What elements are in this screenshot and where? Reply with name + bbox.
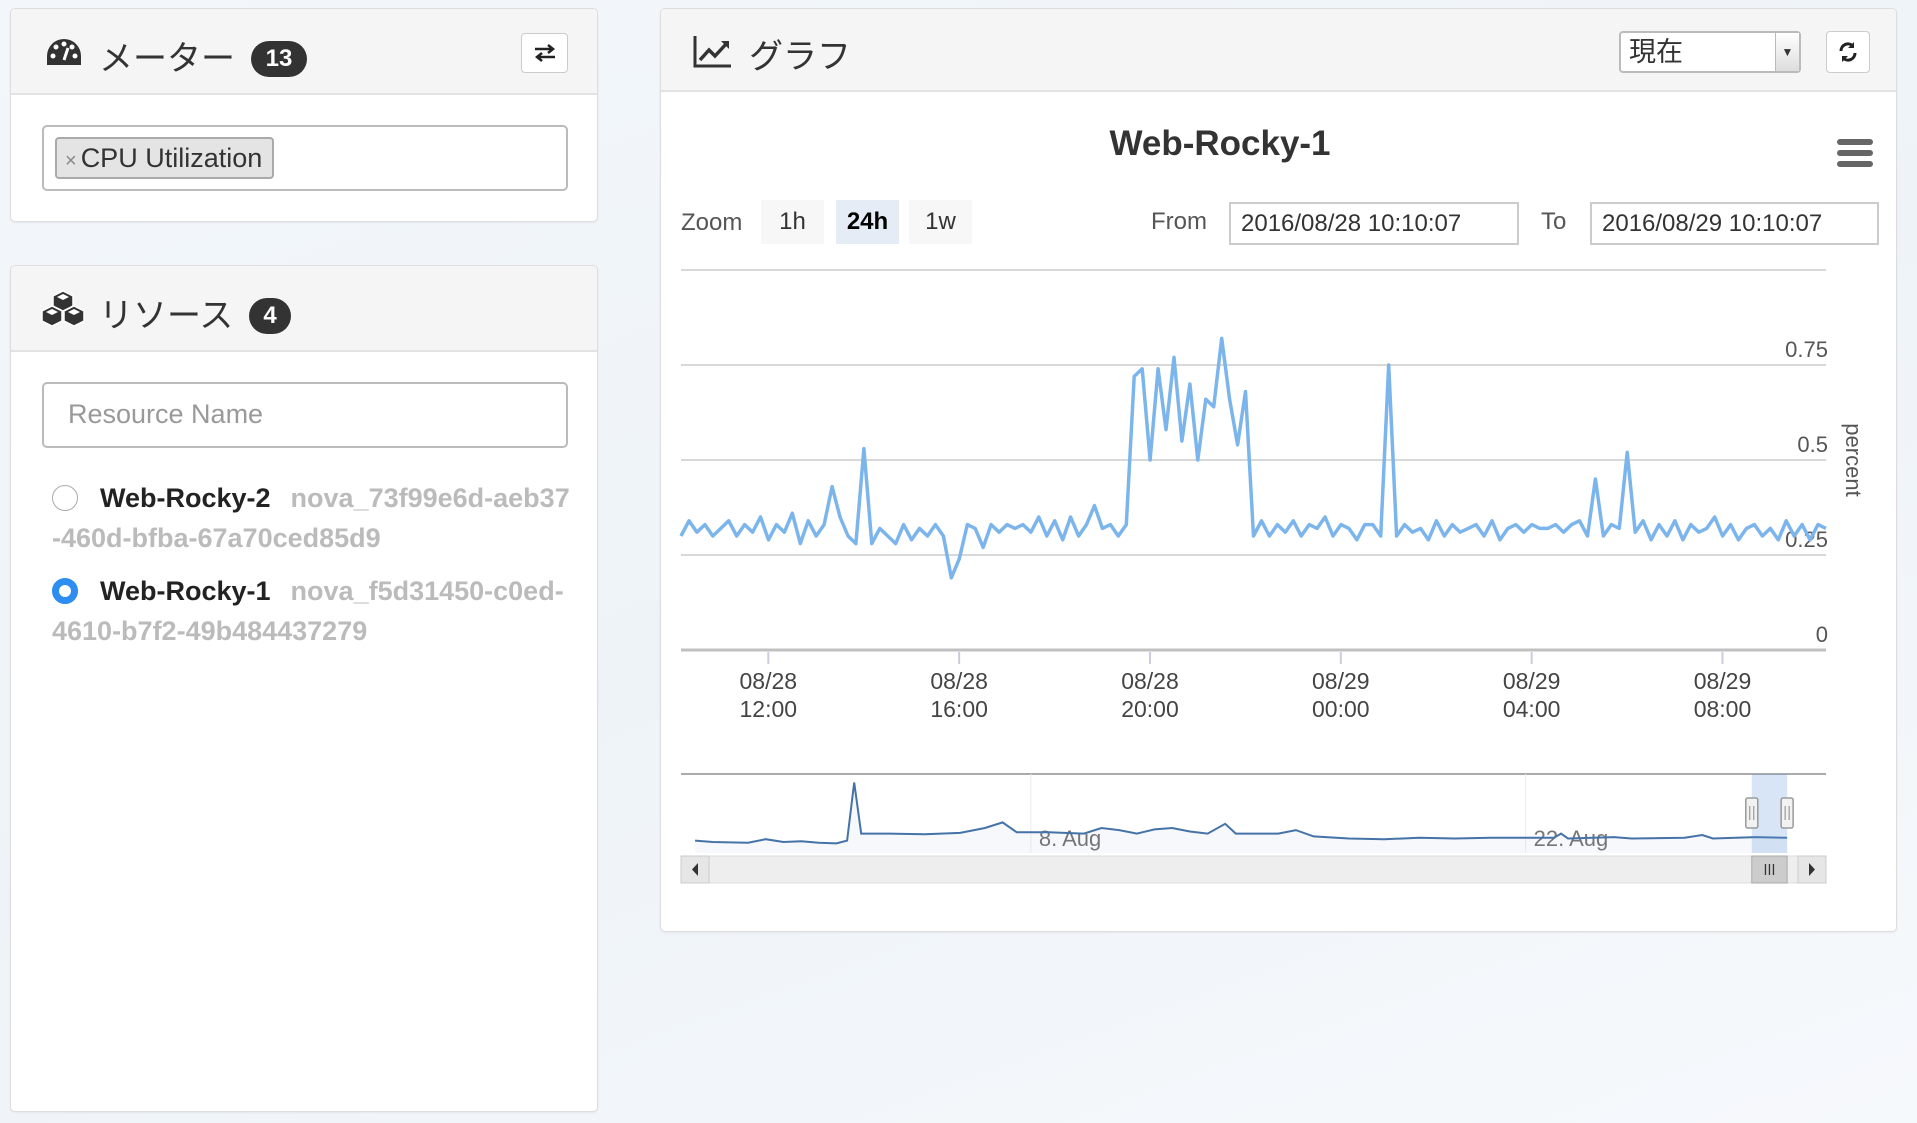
x-tick-label: 08/28 [1121,668,1179,694]
x-tick-label: 08:00 [1694,696,1752,722]
cpu-utilization-chart: 00.250.50.75percent08/2812:0008/2816:000… [679,269,1866,884]
navigator-handle[interactable] [1745,797,1759,829]
navigator-scrollbar-track[interactable] [680,855,1827,884]
y-tick-label: 0.5 [1797,432,1828,457]
x-tick-label: 16:00 [930,696,988,722]
x-tick-label: 04:00 [1503,696,1561,722]
x-tick-label: 08/29 [1312,668,1370,694]
x-tick-label: 12:00 [740,696,798,722]
x-tick-label: 20:00 [1121,696,1179,722]
x-tick-label: 08/28 [740,668,798,694]
x-tick-label: 08/28 [930,668,988,694]
x-tick-label: 08/29 [1694,668,1752,694]
x-tick-label: 08/29 [1503,668,1561,694]
y-tick-label: 0 [1816,622,1828,647]
y-tick-label: 0.75 [1785,337,1828,362]
y-axis-label: percent [1841,423,1866,496]
series-line-cpu-utilization [679,336,1827,580]
navigator-handle[interactable] [1780,797,1794,829]
x-tick-label: 00:00 [1312,696,1370,722]
